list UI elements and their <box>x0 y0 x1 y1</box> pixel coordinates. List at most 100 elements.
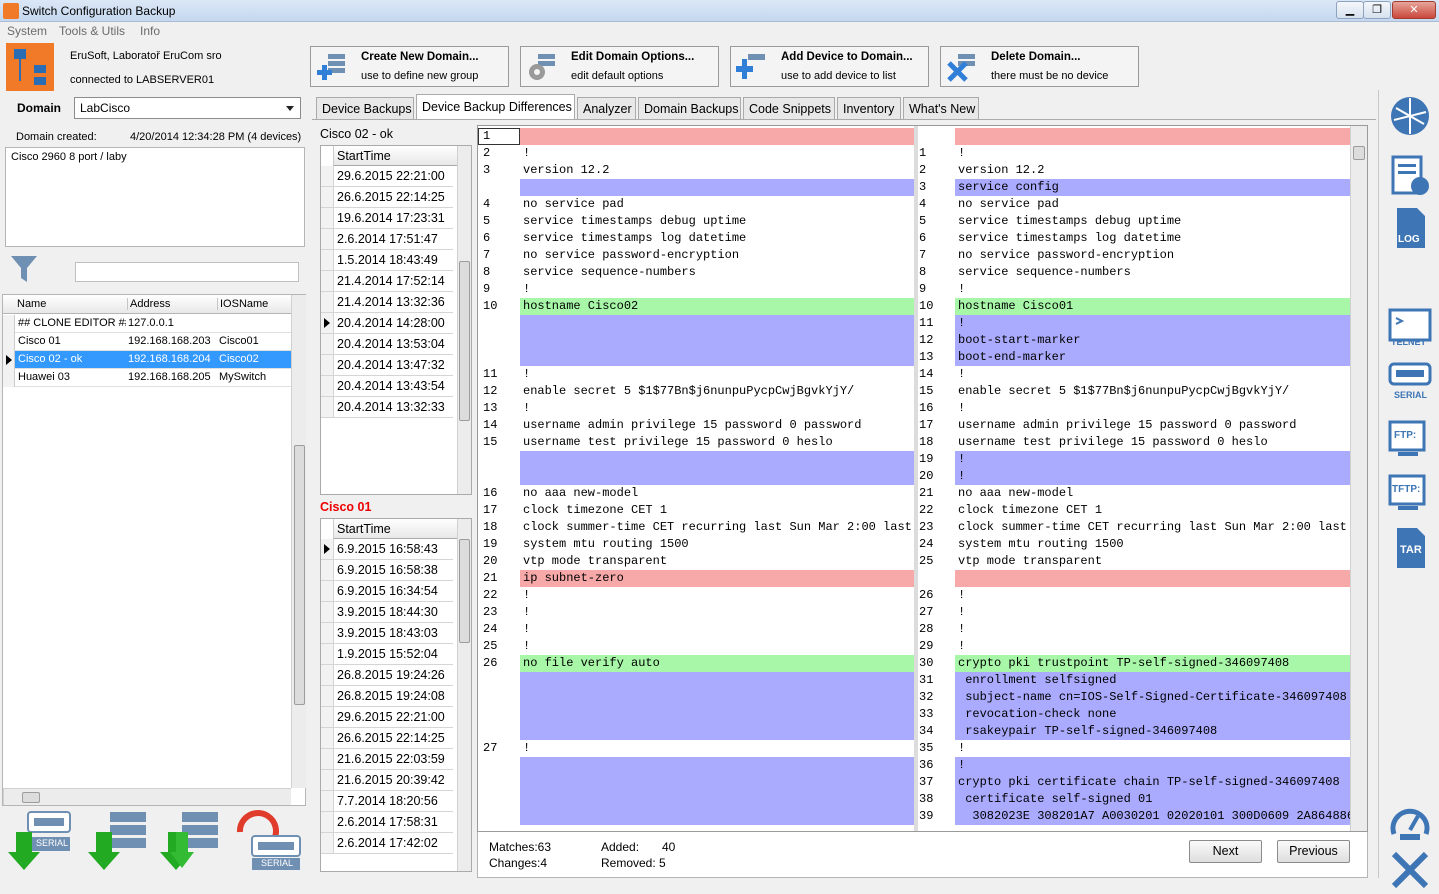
backup-item[interactable]: 2.6.2014 17:42:02 <box>333 833 453 854</box>
row-header[interactable] <box>321 271 333 292</box>
row-header[interactable] <box>321 602 333 623</box>
list2-scrollbar[interactable] <box>457 519 471 871</box>
previous-button[interactable]: Previous <box>1277 840 1350 863</box>
list1-column-starttime[interactable]: StartTime <box>333 146 457 166</box>
backup-item[interactable]: 26.6.2015 22:14:25 <box>333 187 453 208</box>
row-header[interactable] <box>321 812 333 833</box>
device-grid-hscrollbar[interactable] <box>3 788 291 805</box>
row-header[interactable] <box>321 292 333 313</box>
backup-item[interactable]: 6.9.2015 16:58:38 <box>333 560 453 581</box>
edit-domain-options-button[interactable]: Edit Domain Options... edit default opti… <box>520 46 719 87</box>
row-header[interactable] <box>321 728 333 749</box>
row-header[interactable] <box>321 229 333 250</box>
backup-item[interactable]: 6.9.2015 16:34:54 <box>333 581 453 602</box>
backup-item[interactable]: 21.4.2014 13:32:36 <box>333 292 453 313</box>
diff-viewer[interactable]: 1!! 2 1 version 12.2 version 12.2 3 2 service c… <box>477 125 1368 832</box>
backup-item[interactable]: 6.9.2015 16:58:43 <box>333 539 453 560</box>
create-domain-button[interactable]: Create New Domain... use to define new g… <box>310 46 509 87</box>
tab-analyzer[interactable]: Analyzer <box>577 97 636 119</box>
backup-item[interactable]: 26.6.2015 22:14:25 <box>333 728 453 749</box>
row-header[interactable] <box>321 686 333 707</box>
tar-file-icon[interactable]: TAR <box>1388 526 1432 570</box>
column-name[interactable]: Name <box>17 298 46 310</box>
row-header[interactable] <box>321 833 333 854</box>
row-header[interactable] <box>321 355 333 376</box>
row-header[interactable] <box>321 334 333 355</box>
row-header[interactable] <box>321 749 333 770</box>
row-header[interactable] <box>321 707 333 728</box>
backup-item[interactable]: 26.8.2015 19:24:08 <box>333 686 453 707</box>
row-header[interactable] <box>321 623 333 644</box>
diff-splitter[interactable] <box>914 126 918 831</box>
diff-scrollbar[interactable] <box>1350 126 1367 831</box>
server-download-icon[interactable] <box>86 810 150 872</box>
ftp-icon[interactable]: FTP: <box>1388 418 1432 462</box>
domain-description[interactable]: Cisco 2960 8 port / laby <box>5 147 305 247</box>
serial-port-icon[interactable]: SERIAL <box>1388 360 1432 404</box>
row-header[interactable] <box>321 187 333 208</box>
device-row[interactable]: Cisco 01 192.168.168.203 Cisco01 <box>3 333 291 351</box>
row-header[interactable] <box>321 166 333 187</box>
row-header[interactable] <box>321 791 333 812</box>
backup-item[interactable]: 21.4.2014 17:52:14 <box>333 271 453 292</box>
serial-download-icon[interactable]: SERIAL <box>8 810 72 872</box>
log-file-icon[interactable]: LOG <box>1388 206 1432 250</box>
row-header[interactable] <box>321 376 333 397</box>
row-header[interactable] <box>321 581 333 602</box>
menu-system[interactable]: System <box>7 24 47 38</box>
device-row[interactable]: ## CLONE EDITOR ## 127.0.0.1 <box>3 315 291 333</box>
filter-icon[interactable] <box>10 254 38 284</box>
row-header[interactable] <box>321 560 333 581</box>
device-row[interactable]: Huawei 03 192.168.168.205 MySwitch <box>3 369 291 387</box>
row-header[interactable] <box>321 539 333 560</box>
domain-select[interactable]: LabCisco <box>74 97 301 119</box>
filter-input[interactable] <box>75 262 299 282</box>
backup-item[interactable]: 7.7.2014 18:20:56 <box>333 791 453 812</box>
list1-scrollbar[interactable] <box>457 146 471 494</box>
backup-item[interactable]: 21.6.2015 22:03:59 <box>333 749 453 770</box>
backup-item[interactable]: 20.4.2014 13:32:33 <box>333 397 453 418</box>
column-iosname[interactable]: IOSName <box>217 298 268 310</box>
speedometer-icon[interactable] <box>1388 802 1432 846</box>
backup-item[interactable]: 19.6.2014 17:23:31 <box>333 208 453 229</box>
backup-item[interactable]: 2.6.2014 17:58:31 <box>333 812 453 833</box>
list2-column-starttime[interactable]: StartTime <box>333 519 457 539</box>
backup-item[interactable]: 29.6.2015 22:21:00 <box>333 166 453 187</box>
telnet-icon[interactable]: TELNET <box>1388 306 1432 350</box>
edit-document-icon[interactable] <box>1388 154 1432 198</box>
delete-domain-button[interactable]: Delete Domain... there must be no device <box>940 46 1139 87</box>
tftp-icon[interactable]: TFTP: <box>1388 472 1432 516</box>
column-address[interactable]: Address <box>127 298 170 310</box>
multi-server-download-icon[interactable] <box>158 810 222 872</box>
tools-icon[interactable] <box>1388 850 1432 894</box>
row-header[interactable] <box>321 250 333 271</box>
tab-domain-backups[interactable]: Domain Backups <box>638 97 741 119</box>
backup-item[interactable]: 20.4.2014 13:43:54 <box>333 376 453 397</box>
row-header[interactable] <box>321 665 333 686</box>
row-header[interactable] <box>321 208 333 229</box>
backup-item[interactable]: 20.4.2014 13:53:04 <box>333 334 453 355</box>
backup-item[interactable]: 26.8.2015 19:24:26 <box>333 665 453 686</box>
backup-item[interactable]: 1.9.2015 15:52:04 <box>333 644 453 665</box>
backup-item[interactable]: 29.6.2015 22:21:00 <box>333 707 453 728</box>
maximize-button[interactable]: ❐ <box>1363 1 1391 19</box>
close-button[interactable]: ✕ <box>1392 1 1436 19</box>
backup-item[interactable]: 3.9.2015 18:44:30 <box>333 602 453 623</box>
tab-device-backup-differences[interactable]: Device Backup Differences <box>416 94 575 120</box>
backup-item[interactable]: 1.5.2014 18:43:49 <box>333 250 453 271</box>
serial-refresh-icon[interactable]: SERIAL <box>234 810 304 872</box>
row-header[interactable] <box>321 770 333 791</box>
tab-inventory[interactable]: Inventory <box>837 97 901 119</box>
row-header[interactable] <box>321 397 333 418</box>
backup-item[interactable]: 21.6.2015 20:39:42 <box>333 770 453 791</box>
menu-info[interactable]: Info <box>140 24 160 38</box>
device-row[interactable]: Cisco 02 - ok 192.168.168.204 Cisco02 <box>3 351 291 369</box>
next-button[interactable]: Next <box>1189 840 1262 863</box>
add-device-button[interactable]: Add Device to Domain... use to add devic… <box>730 46 929 87</box>
menu-tools-utils[interactable]: Tools & Utils <box>59 24 125 38</box>
tab-code-snippets[interactable]: Code Snippets <box>743 97 835 119</box>
backup-item[interactable]: 3.9.2015 18:43:03 <box>333 623 453 644</box>
backup-item[interactable]: 2.6.2014 17:51:47 <box>333 229 453 250</box>
backup-item[interactable]: 20.4.2014 14:28:00 <box>333 313 453 334</box>
row-header[interactable] <box>321 644 333 665</box>
